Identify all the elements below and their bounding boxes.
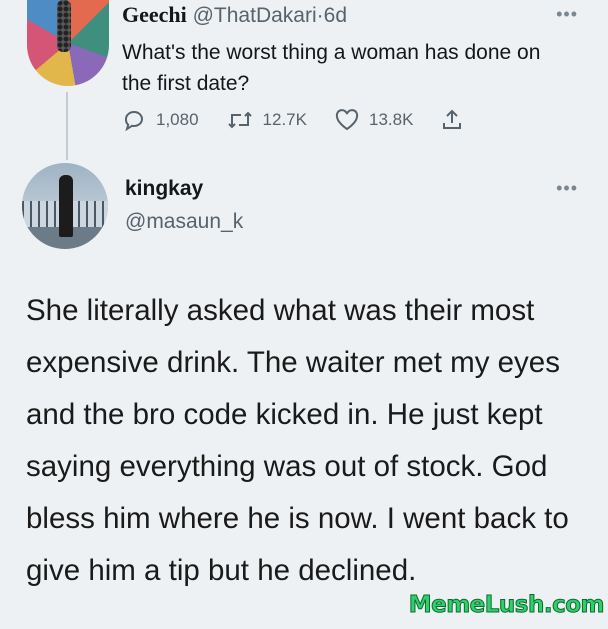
handle[interactable]: @ThatDakari [193, 4, 317, 27]
separator: · [316, 4, 324, 27]
display-name[interactable]: Geechi [122, 2, 187, 27]
retweet-button[interactable]: 12.7K [227, 109, 307, 131]
watermark: MemeLush.com [408, 592, 605, 619]
retweet-icon [227, 111, 252, 129]
tweet-actions: 1,080 12.7K 13.8K [122, 107, 501, 133]
reply-count: 1,080 [156, 110, 199, 129]
share-button[interactable] [441, 109, 473, 131]
reply-icon [124, 111, 143, 132]
like-icon [335, 109, 359, 131]
more-dots-icon[interactable]: ••• [556, 4, 578, 25]
retweet-count: 12.7K [262, 110, 307, 129]
more-dots-icon[interactable]: ••• [556, 178, 578, 199]
thread-line [66, 92, 68, 160]
reply-button[interactable]: 1,080 [122, 108, 199, 132]
handle[interactable]: @masaun_k [125, 210, 243, 234]
tweet-header: Geechi @ThatDakari·6d [122, 2, 347, 28]
reply-text: She literally asked what was their most … [26, 294, 569, 587]
display-name[interactable]: kingkay [125, 177, 203, 201]
like-button[interactable]: 13.8K [335, 109, 413, 131]
tweet-age[interactable]: 6d [324, 4, 347, 27]
like-count: 13.8K [368, 110, 414, 129]
avatar[interactable] [27, 0, 109, 86]
avatar[interactable] [22, 163, 108, 249]
tweet-text: What's the worst thing a woman has done … [122, 41, 541, 95]
share-icon [443, 109, 462, 129]
